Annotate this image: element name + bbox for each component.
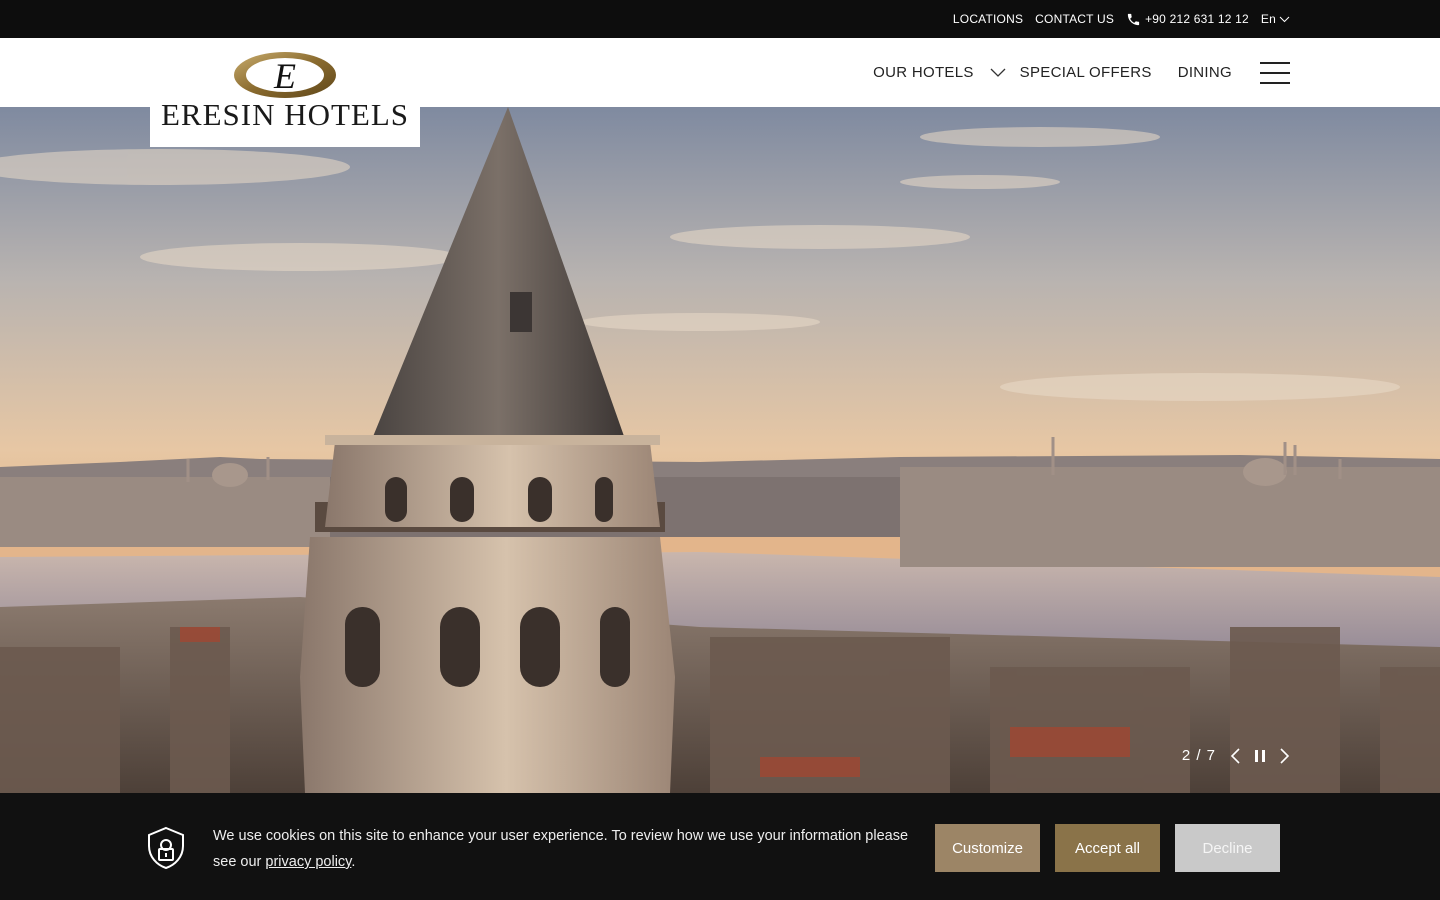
top-utility-bar: LOCATIONS CONTACT US +90 212 631 12 12 E… xyxy=(0,0,1440,38)
hero-slider[interactable]: 2 / 7 xyxy=(0,107,1440,793)
cookie-banner: We use cookies on this site to enhance y… xyxy=(0,793,1440,900)
accept-all-button[interactable]: Accept all xyxy=(1055,824,1160,872)
phone-icon xyxy=(1127,13,1140,25)
slide-counter: 2 / 7 xyxy=(1181,747,1216,764)
logo-text: ERESIN HOTELS xyxy=(160,97,410,132)
menu-icon[interactable] xyxy=(1260,61,1290,84)
slider-next-button[interactable] xyxy=(1280,747,1290,764)
chevron-right-icon xyxy=(1280,747,1290,764)
nav-our-hotels[interactable]: OUR HOTELS xyxy=(873,64,974,81)
customize-button[interactable]: Customize xyxy=(935,824,1040,872)
our-hotels-dropdown-toggle[interactable] xyxy=(990,68,1006,77)
shield-lock-icon xyxy=(148,826,184,870)
hero-image xyxy=(0,107,1440,793)
main-nav: OUR HOTELS SPECIAL OFFERS DINING xyxy=(873,38,1290,107)
cookie-message: We use cookies on this site to enhance y… xyxy=(213,823,913,875)
phone-number: +90 212 631 12 12 xyxy=(1145,12,1249,26)
logo[interactable]: E ERESIN HOTELS xyxy=(150,38,420,147)
slider-controls: 2 / 7 xyxy=(1182,747,1290,764)
language-selector[interactable]: En xyxy=(1261,12,1290,26)
cookie-message-end: . xyxy=(351,854,356,870)
logo-emblem-icon: E xyxy=(234,52,336,98)
slider-pause-button[interactable] xyxy=(1254,749,1266,763)
decline-button[interactable]: Decline xyxy=(1175,824,1280,872)
language-label: En xyxy=(1260,12,1276,26)
chevron-down-icon xyxy=(990,68,1006,77)
privacy-policy-link[interactable]: privacy policy xyxy=(265,854,351,870)
nav-dining[interactable]: DINING xyxy=(1178,64,1232,81)
chevron-left-icon xyxy=(1230,747,1240,764)
phone-link[interactable]: +90 212 631 12 12 xyxy=(1126,12,1249,27)
locations-link[interactable]: LOCATIONS xyxy=(953,12,1023,26)
logo-monogram: E xyxy=(273,56,296,96)
slider-prev-button[interactable] xyxy=(1230,747,1240,764)
chevron-down-icon xyxy=(1279,16,1290,22)
contact-us-link[interactable]: CONTACT US xyxy=(1035,12,1114,26)
pause-icon xyxy=(1255,749,1265,762)
nav-special-offers[interactable]: SPECIAL OFFERS xyxy=(1020,64,1152,81)
